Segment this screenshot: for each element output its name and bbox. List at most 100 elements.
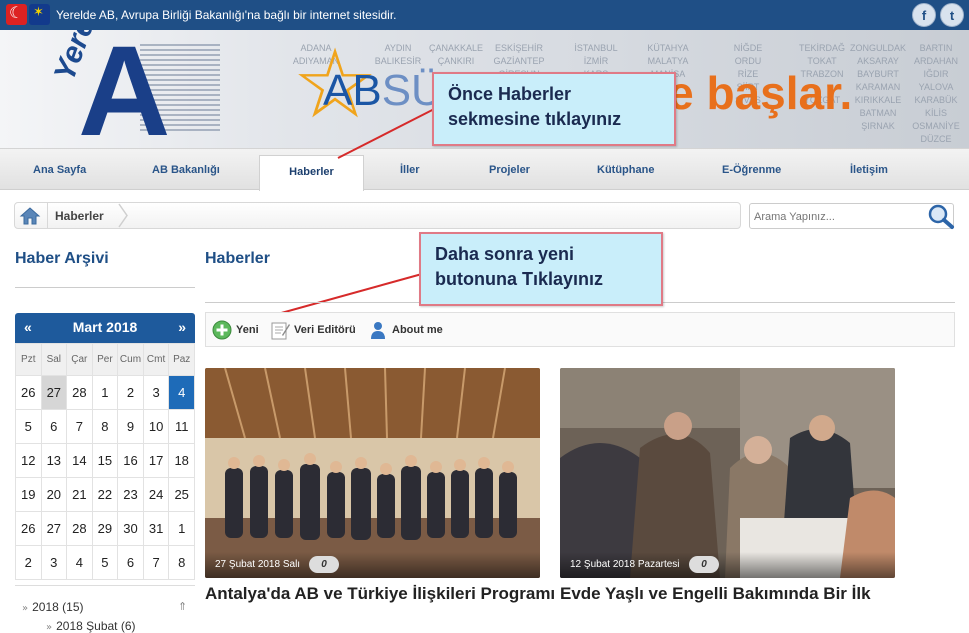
nav-projeler[interactable]: Projeler [489,164,530,176]
flags [6,3,50,25]
nav-ana-sayfa[interactable]: Ana Sayfa [33,164,86,176]
calendar-day[interactable]: 11 [168,409,195,444]
calendar-days: 26 27 28 1 2 3 4 5 6 7 8 9 10 11 12 13 14 15 16 17 18 19 20 21 2… [15,375,195,580]
calendar-day[interactable]: 26 [15,511,42,546]
data-editor-button[interactable]: Veri Editörü [270,320,356,340]
city-name: IĞDIR [923,69,949,79]
calendar-day[interactable]: 5 [15,409,42,444]
nav-ab-bakanligi[interactable]: AB Bakanlığı [152,164,220,176]
calendar-day[interactable]: 18 [168,443,195,478]
nav-haberler[interactable]: Haberler [259,155,364,191]
calendar-day[interactable]: 8 [168,545,195,580]
calendar-day[interactable]: 5 [91,545,119,580]
calendar-day[interactable]: 15 [91,443,119,478]
calendar-day[interactable]: 16 [117,443,144,478]
breadcrumb-current[interactable]: Haberler [55,209,104,223]
search-icon[interactable] [924,203,956,230]
calendar-day[interactable]: 7 [66,409,93,444]
brand-ab: AB [323,66,382,115]
city-name: BAYBURT [857,69,899,79]
calendar-next-button[interactable]: » [178,319,186,335]
calendar-day[interactable]: 19 [15,477,42,512]
site-notice: Yerelde AB, Avrupa Birliği Bakanlığı'na … [56,8,397,22]
user-icon [371,322,385,339]
archive-month[interactable]: » 2018 Şubat (6) [46,619,136,633]
weekday-label: Pzt [15,343,42,376]
calendar-day[interactable]: 28 [66,375,93,410]
nav-e-ogrenme[interactable]: E-Öğrenme [722,164,781,176]
city-column: ZONGULDAK AKSARAY BAYBURT KARAMAN KIRIKKALE B… [848,42,908,133]
callout-2-line-1: Daha sonra yeni [435,244,575,264]
calendar-day[interactable]: 4 [168,375,195,410]
news-card[interactable]: 12 Şubat 2018 Pazartesi 0 Evde Yaşlı ve … [560,368,895,604]
calendar-day[interactable]: 9 [117,409,144,444]
news-card[interactable]: 27 Şubat 2018 Salı 0 Antalya'da AB ve Tü… [205,368,555,604]
calendar-day[interactable]: 8 [91,409,119,444]
calendar-day[interactable]: 6 [117,545,144,580]
editor-icon [271,322,290,340]
calendar-day[interactable]: 28 [66,511,93,546]
news-date: 12 Şubat 2018 Pazartesi [560,552,895,578]
calendar-day[interactable]: 4 [66,545,93,580]
news-photo[interactable]: 12 Şubat 2018 Pazartesi 0 [560,368,895,578]
twitter-icon[interactable]: t [940,3,964,27]
calendar-weekdays: Pzt Sal Çar Per Cum Cmt Paz [15,343,195,376]
city-name: KIRIKKALE [854,95,902,105]
calendar-day[interactable]: 3 [142,375,170,410]
calendar-week: 12 13 14 15 16 17 18 [15,443,195,478]
calendar-day[interactable]: 2 [15,545,42,580]
calendar-day[interactable]: 27 [40,375,68,410]
comment-count-badge: 0 [689,556,719,573]
calendar-day[interactable]: 3 [40,545,68,580]
calendar-day[interactable]: 24 [142,477,170,512]
calendar-day[interactable]: 31 [142,511,170,546]
calendar-day[interactable]: 6 [40,409,68,444]
news-date: 27 Şubat 2018 Salı [205,552,540,578]
calendar-day[interactable]: 7 [142,545,170,580]
city-name: ZONGULDAK [849,43,906,53]
calendar-day[interactable]: 23 [117,477,144,512]
new-button-label: Yeni [236,324,259,336]
calendar-day[interactable]: 20 [40,477,68,512]
calendar-day[interactable]: 10 [142,409,170,444]
calendar-day[interactable]: 2 [117,375,144,410]
calendar-day[interactable]: 25 [168,477,195,512]
nav-kutuphane[interactable]: Kütüphane [597,164,654,176]
news-title[interactable]: Evde Yaşlı ve Engelli Bakımında Bir İlk [560,584,895,604]
calendar-day[interactable]: 21 [66,477,93,512]
city-name: AKSARAY [857,56,899,66]
calendar-day[interactable]: 26 [15,375,42,410]
city-name: DÜZCE [920,134,952,144]
new-button[interactable]: Yeni [212,320,259,340]
calendar-day[interactable]: 1 [168,511,195,546]
calendar-day[interactable]: 17 [142,443,170,478]
news-title[interactable]: Antalya'da AB ve Türkiye İlişkileri Prog… [205,584,555,604]
about-me-button[interactable]: About me [368,320,443,340]
search-input[interactable] [754,208,914,226]
news-toolbar: Yeni Veri Editörü About me [205,312,955,347]
nav-iller[interactable]: İller [400,164,420,176]
calendar-day[interactable]: 30 [117,511,144,546]
calendar-day[interactable]: 14 [66,443,93,478]
calendar-day[interactable]: 29 [91,511,119,546]
weekday-label: Cmt [142,343,170,376]
home-icon[interactable] [19,206,41,225]
calendar-day[interactable]: 12 [15,443,42,478]
collapse-up-icon[interactable]: ⇑ [178,600,187,613]
calendar-day[interactable]: 27 [40,511,68,546]
top-bar: Yerelde AB, Avrupa Birliği Bakanlığı'na … [0,0,969,30]
archive-year[interactable]: » 2018 (15) [22,600,84,614]
calendar-month: Mart 2018 [72,319,138,335]
instruction-callout-1: Önce Haberler sekmesine tıklayınız [432,72,676,146]
calendar-day[interactable]: 13 [40,443,68,478]
facebook-icon[interactable]: f [912,3,936,27]
callout-1-line-2: sekmesine tıklayınız [448,109,622,129]
calendar-day[interactable]: 1 [91,375,119,410]
calendar-day[interactable]: 22 [91,477,119,512]
weekday-label: Çar [66,343,93,376]
archive-year-label[interactable]: 2018 (15) [32,600,83,614]
archive-month-label[interactable]: 2018 Şubat (6) [56,619,135,633]
nav-iletisim[interactable]: İletişim [850,164,888,176]
breadcrumb-divider [47,202,48,229]
news-photo[interactable]: 27 Şubat 2018 Salı 0 [205,368,540,578]
